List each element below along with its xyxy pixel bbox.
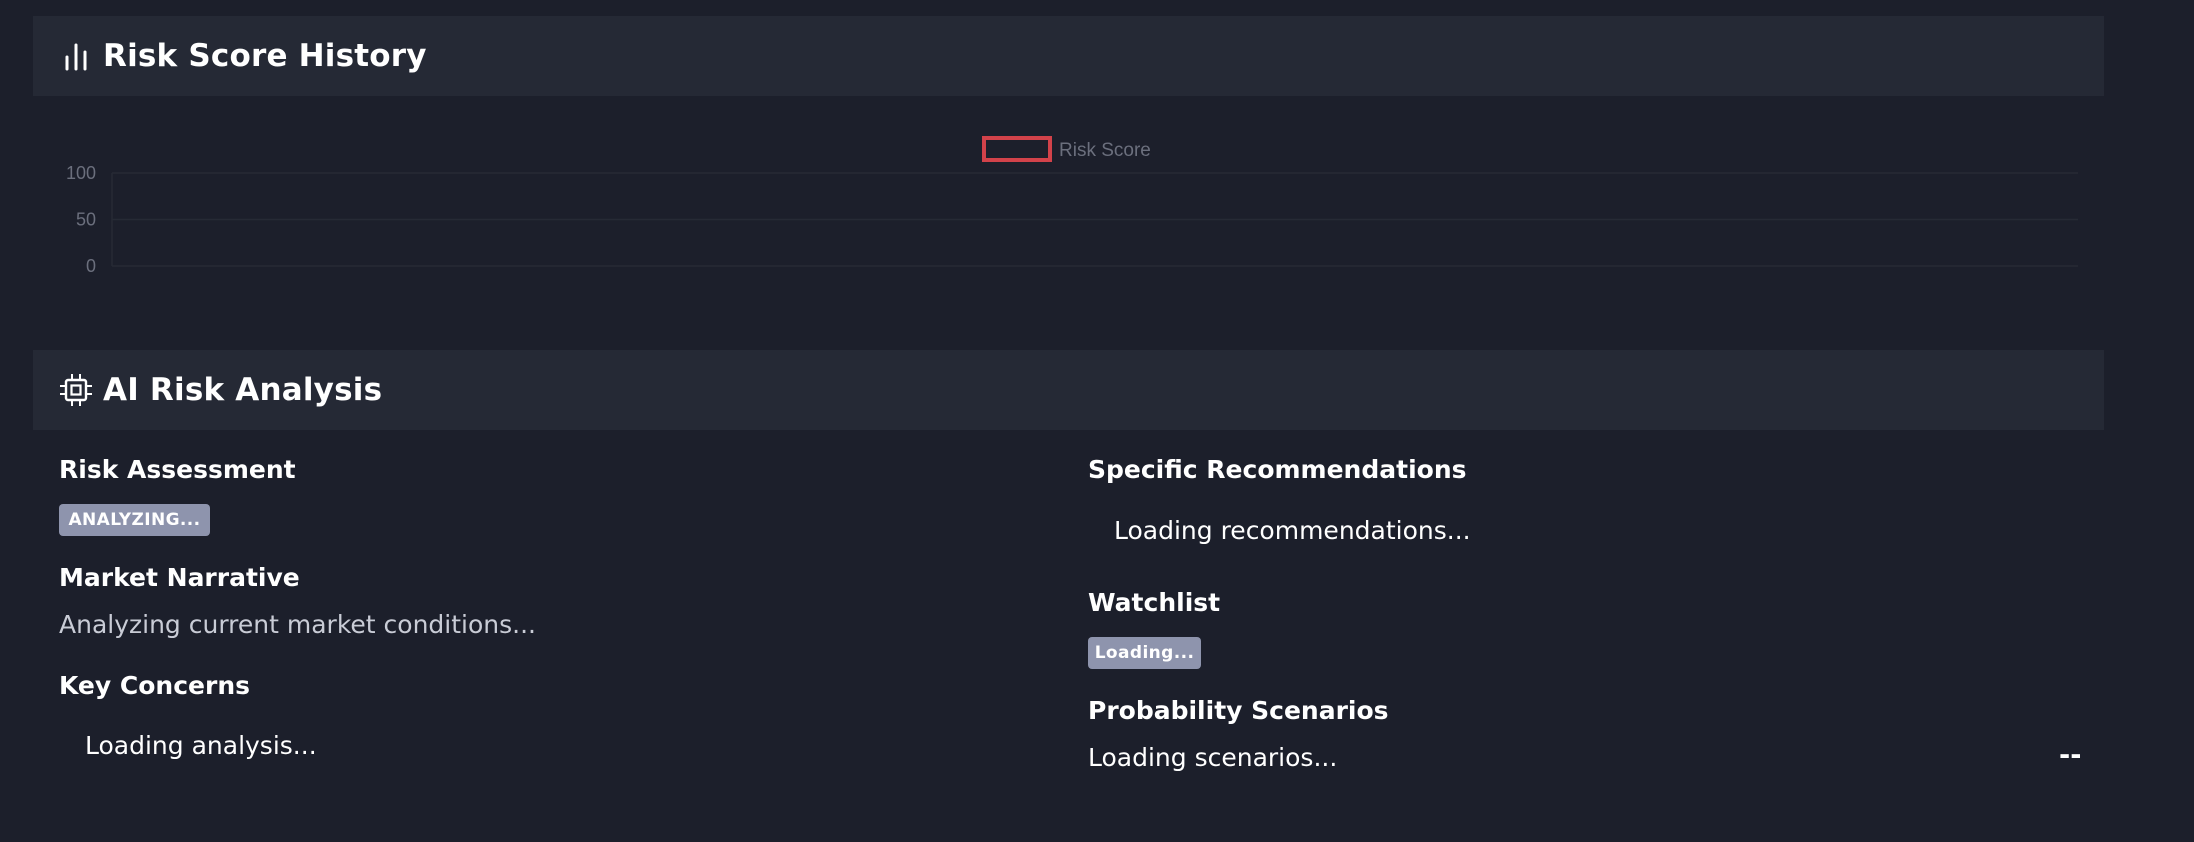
legend-label-risk-score[interactable]: Risk Score — [1059, 140, 1151, 161]
key-concerns-label: Key Concerns — [59, 671, 250, 700]
risk-score-chart: Risk Score 100 50 0 — [66, 136, 2078, 276]
bar-chart-icon — [59, 39, 93, 73]
ai-analysis-title: AI Risk Analysis — [103, 372, 383, 408]
ai-analysis-header: AI Risk Analysis — [33, 350, 2104, 430]
legend-swatch-risk-score[interactable] — [982, 136, 1052, 162]
probability-scenarios-text: Loading scenarios... — [1088, 743, 1338, 772]
recommendations-text: Loading recommendations... — [1114, 516, 1471, 545]
y-tick-label-100: 100 — [66, 163, 96, 183]
y-tick-label-50: 50 — [76, 210, 96, 230]
market-narrative-text: Analyzing current market conditions... — [59, 610, 536, 639]
risk-assessment-status-badge: ANALYZING... — [59, 504, 210, 536]
key-concerns-text: Loading analysis... — [85, 731, 317, 760]
recommendations-label: Specific Recommendations — [1088, 455, 1467, 484]
probability-scenarios-value: -- — [2059, 740, 2082, 771]
risk-history-title: Risk Score History — [103, 38, 427, 74]
y-tick-label-0: 0 — [86, 256, 96, 276]
market-narrative-label: Market Narrative — [59, 563, 300, 592]
risk-assessment-label: Risk Assessment — [59, 455, 296, 484]
cpu-chip-icon — [59, 373, 93, 407]
watchlist-label: Watchlist — [1088, 588, 1221, 617]
probability-scenarios-label: Probability Scenarios — [1088, 696, 1389, 725]
risk-history-header: Risk Score History — [33, 16, 2104, 96]
watchlist-status-badge: Loading... — [1088, 637, 1201, 669]
